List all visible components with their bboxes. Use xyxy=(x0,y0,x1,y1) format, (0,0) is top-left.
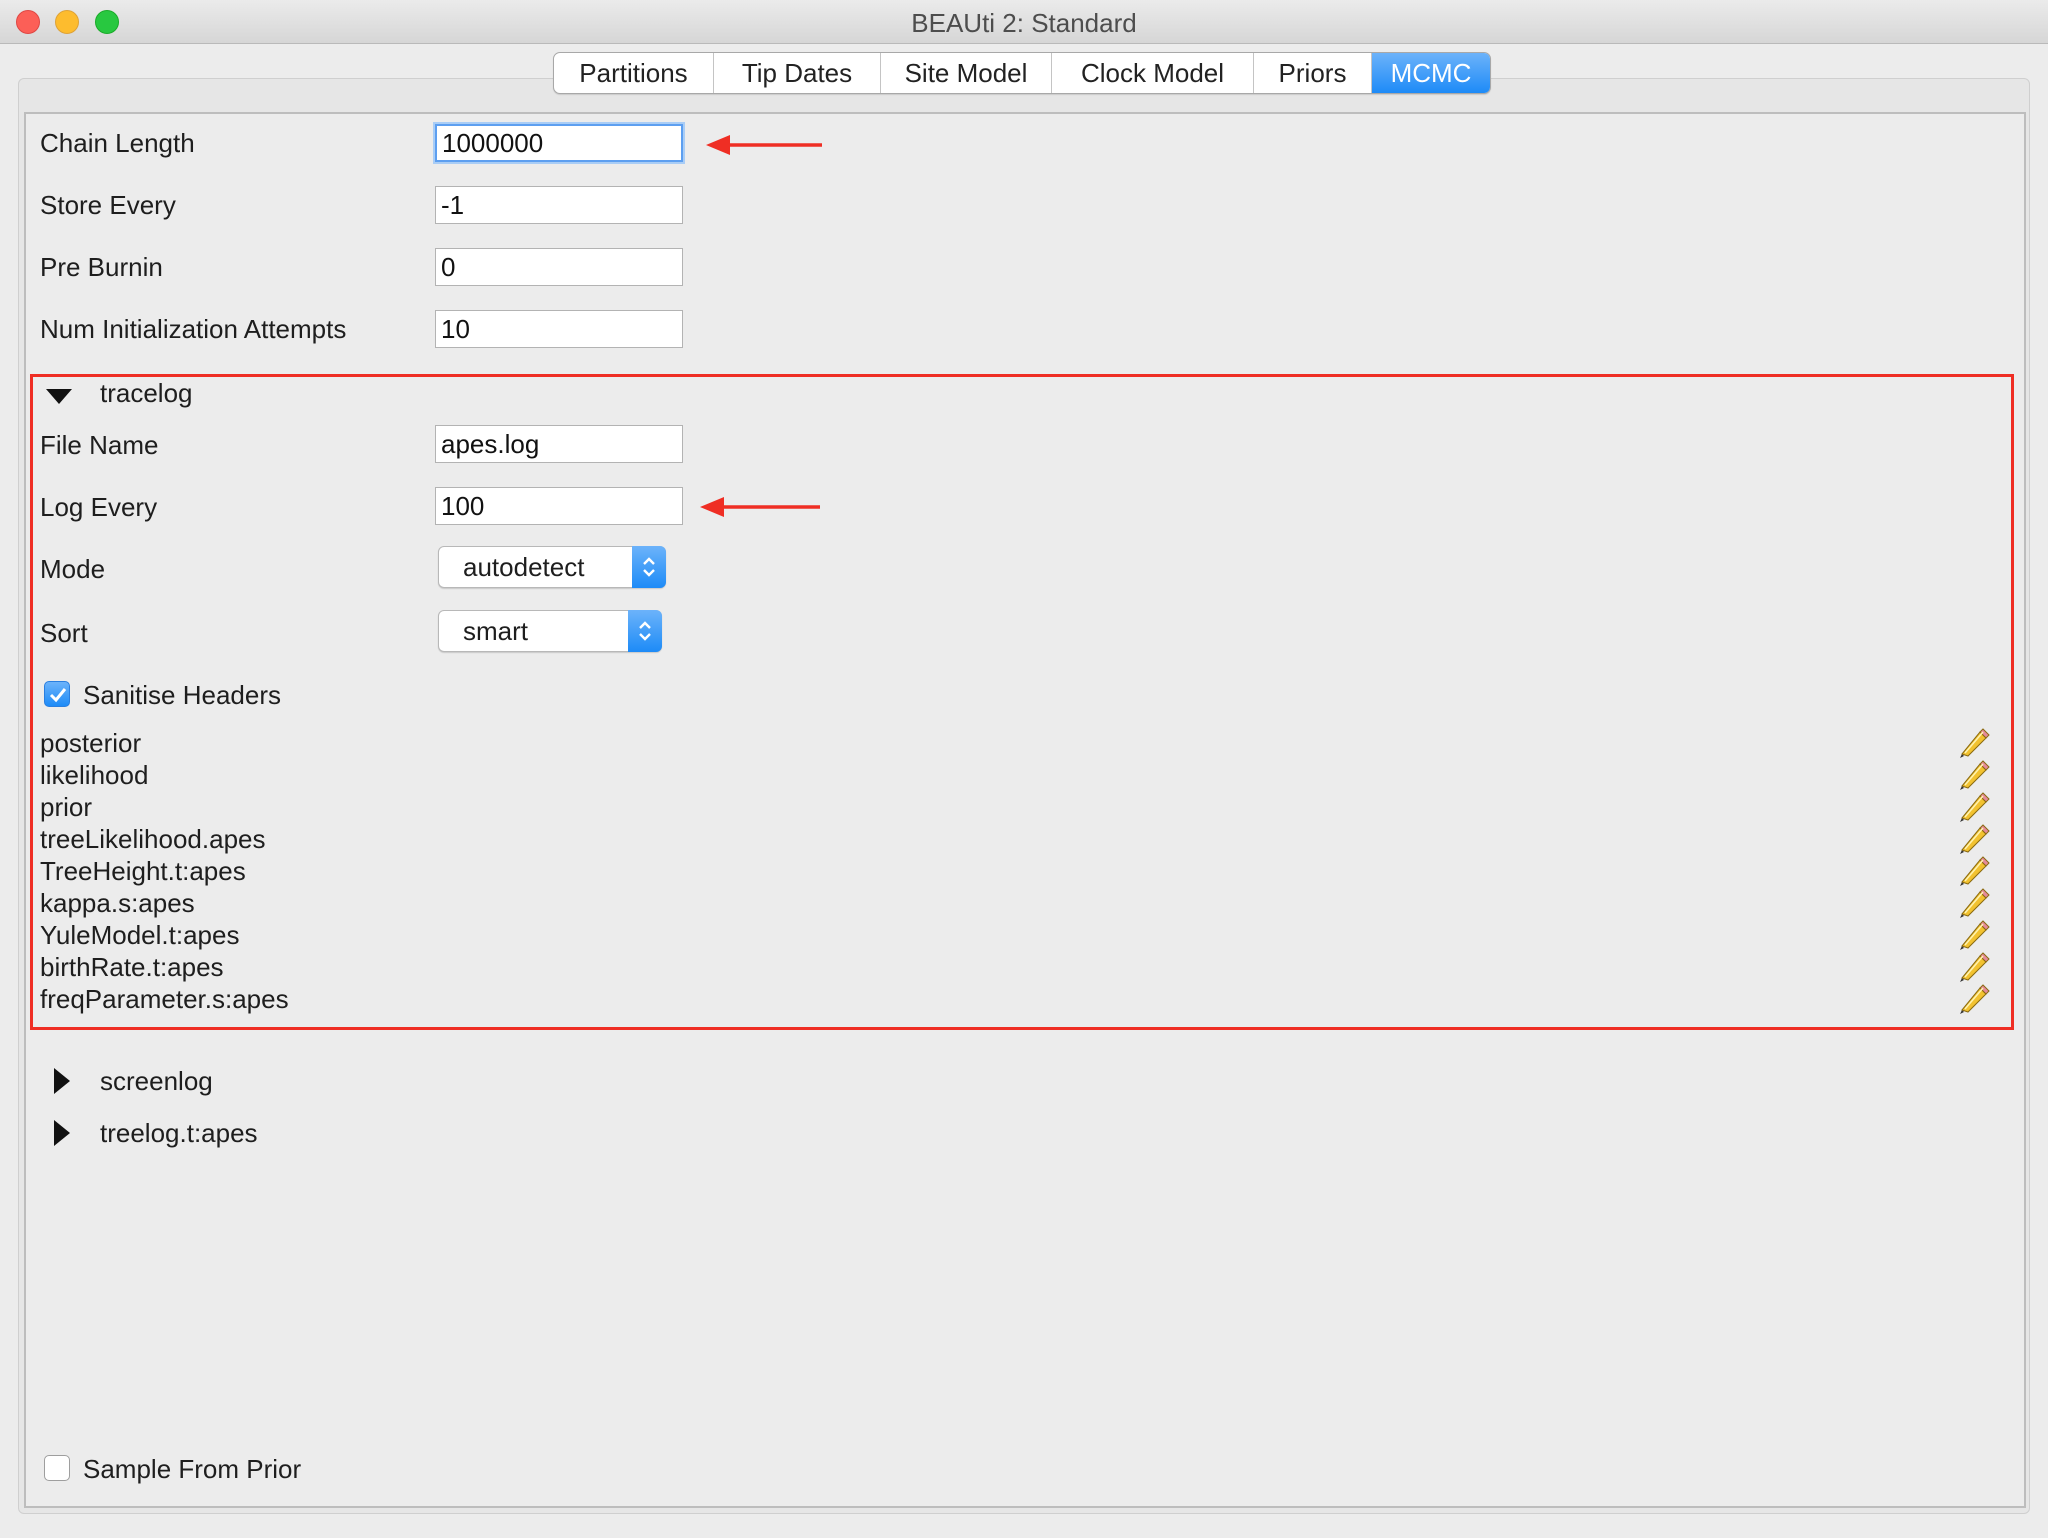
tracelog-entry: YuleModel.t:apes xyxy=(40,920,240,950)
file-name-label: File Name xyxy=(40,430,159,460)
tab-site-model[interactable]: Site Model xyxy=(881,53,1052,93)
tab-clock-model[interactable]: Clock Model xyxy=(1052,53,1254,93)
tab-tip-dates[interactable]: Tip Dates xyxy=(714,53,881,93)
mode-select-value: autodetect xyxy=(463,552,585,582)
tracelog-entry: TreeHeight.t:apes xyxy=(40,856,246,886)
treelog-title[interactable]: treelog.t:apes xyxy=(100,1118,258,1149)
tracelog-entry: prior xyxy=(40,792,93,822)
chain-length-label: Chain Length xyxy=(40,128,195,158)
tracelog-disclosure-triangle-icon[interactable] xyxy=(44,382,74,412)
edit-pencil-icon[interactable] xyxy=(1956,950,1990,984)
edit-pencil-icon[interactable] xyxy=(1956,726,1990,760)
log-every-label: Log Every xyxy=(40,492,158,522)
sanitise-headers-checkbox[interactable] xyxy=(44,681,70,707)
store-every-input[interactable]: -1 xyxy=(435,186,683,224)
sort-label: Sort xyxy=(40,618,88,648)
tab-mcmc[interactable]: MCMC xyxy=(1372,53,1490,93)
annotation-arrow-icon xyxy=(700,497,820,517)
sample-from-prior-label: Sample From Prior xyxy=(83,1454,302,1484)
tracelog-entry: birthRate.t:apes xyxy=(40,952,224,982)
title-bar: BEAUti 2: Standard xyxy=(0,0,2048,44)
sort-select-value: smart xyxy=(463,616,528,646)
edit-pencil-icon[interactable] xyxy=(1956,758,1990,792)
select-stepper-icon xyxy=(628,610,662,652)
edit-pencil-icon[interactable] xyxy=(1956,886,1990,920)
edit-pencil-icon[interactable] xyxy=(1956,854,1990,888)
select-stepper-icon xyxy=(632,546,666,588)
pre-burnin-label: Pre Burnin xyxy=(40,252,163,282)
edit-pencil-icon[interactable] xyxy=(1956,790,1990,824)
edit-pencil-icon[interactable] xyxy=(1956,982,1990,1016)
tracelog-title[interactable]: tracelog xyxy=(100,378,193,409)
window-title: BEAUti 2: Standard xyxy=(911,8,1137,38)
tracelog-entry: likelihood xyxy=(40,760,149,790)
treelog-disclosure-triangle-icon[interactable] xyxy=(48,1118,78,1148)
mode-label: Mode xyxy=(40,554,106,584)
tracelog-entry: kappa.s:apes xyxy=(40,888,195,918)
store-every-label: Store Every xyxy=(40,190,176,220)
pre-burnin-input[interactable]: 0 xyxy=(435,248,683,286)
tab-priors[interactable]: Priors xyxy=(1254,53,1372,93)
edit-pencil-icon[interactable] xyxy=(1956,918,1990,952)
tracelog-entry: freqParameter.s:apes xyxy=(40,984,289,1014)
tracelog-entry: posterior xyxy=(40,728,142,758)
tab-partitions[interactable]: Partitions xyxy=(554,53,714,93)
log-every-input[interactable]: 100 xyxy=(435,487,683,525)
tracelog-entry: treeLikelihood.apes xyxy=(40,824,266,854)
screenlog-disclosure-triangle-icon[interactable] xyxy=(48,1066,78,1096)
sanitise-headers-label: Sanitise Headers xyxy=(83,680,281,710)
screenlog-title[interactable]: screenlog xyxy=(100,1066,213,1097)
checkmark-icon xyxy=(49,688,67,703)
num-init-attempts-label: Num Initialization Attempts xyxy=(40,314,347,344)
chain-length-input[interactable]: 1000000 xyxy=(435,124,683,162)
file-name-input[interactable]: apes.log xyxy=(435,425,683,463)
sample-from-prior-checkbox[interactable] xyxy=(44,1455,70,1481)
num-init-attempts-input[interactable]: 10 xyxy=(435,310,683,348)
sort-select[interactable]: smart xyxy=(438,610,662,652)
edit-pencil-icon[interactable] xyxy=(1956,822,1990,856)
mode-select[interactable]: autodetect xyxy=(438,546,666,588)
annotation-arrow-icon xyxy=(706,135,822,155)
tab-bar: Partitions Tip Dates Site Model Clock Mo… xyxy=(553,52,1491,94)
